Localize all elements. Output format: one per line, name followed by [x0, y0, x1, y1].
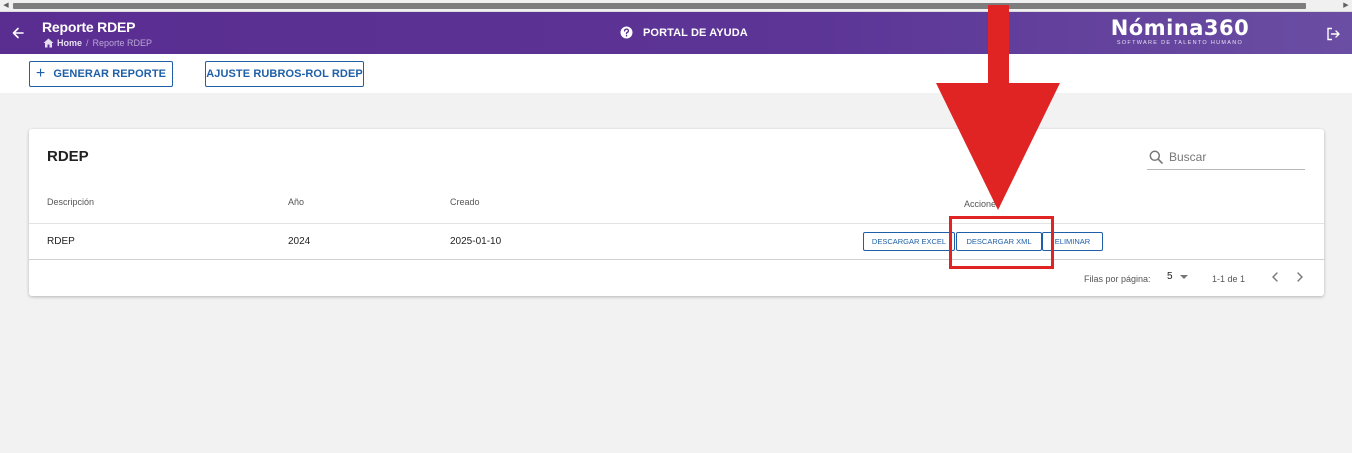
- ajuste-rubros-label: AJUSTE RUBROS-ROL RDEP: [206, 68, 363, 80]
- cell-creado: 2025-01-10: [450, 236, 502, 247]
- search-icon: [1149, 150, 1163, 164]
- toolbar: + GENERAR REPORTE AJUSTE RUBROS-ROL RDEP: [0, 54, 1352, 93]
- cell-descripcion: RDEP: [47, 236, 75, 247]
- column-header-ano[interactable]: Año: [288, 197, 304, 207]
- generar-reporte-button[interactable]: + GENERAR REPORTE: [29, 61, 173, 87]
- rows-per-page-label: Filas por página:: [1084, 274, 1151, 284]
- next-page-button[interactable]: [1293, 270, 1307, 284]
- table-divider: [29, 223, 1324, 224]
- horizontal-scrollbar[interactable]: ◀ ▶: [0, 0, 1352, 12]
- table-divider: [29, 259, 1324, 260]
- generar-reporte-label: GENERAR REPORTE: [53, 68, 167, 80]
- annotation-highlight-box: [949, 216, 1054, 269]
- back-button[interactable]: [9, 22, 27, 44]
- previous-page-button[interactable]: [1268, 270, 1282, 284]
- brand-tagline: SOFTWARE DE TALENTO HUMANO: [1116, 40, 1244, 46]
- logout-icon: [1327, 27, 1340, 41]
- scrollbar-thumb[interactable]: [13, 3, 1306, 9]
- scroll-left-icon[interactable]: ◀: [0, 0, 12, 12]
- column-header-descripcion[interactable]: Descripción: [47, 197, 94, 207]
- chevron-right-icon: [1297, 272, 1303, 282]
- cell-ano: 2024: [288, 236, 311, 247]
- annotation-arrow: [936, 5, 1060, 210]
- logout-button[interactable]: [1325, 26, 1341, 42]
- chevron-left-icon: [1272, 272, 1278, 282]
- help-circle-icon: [620, 26, 633, 39]
- breadcrumb-home[interactable]: Home: [43, 38, 82, 48]
- help-portal-label: PORTAL DE AYUDA: [643, 26, 748, 39]
- breadcrumb-current: Reporte RDEP: [92, 38, 153, 48]
- chevron-down-icon: [1179, 274, 1188, 279]
- breadcrumb-home-label: Home: [57, 38, 83, 48]
- arrow-left-icon: [12, 27, 24, 39]
- help-portal-link[interactable]: PORTAL DE AYUDA: [620, 26, 748, 39]
- scroll-right-icon[interactable]: ▶: [1340, 0, 1352, 12]
- search-field[interactable]: [1147, 145, 1305, 170]
- pagination-range: 1-1 de 1: [1212, 274, 1246, 284]
- brand-name: Nómina360: [1110, 16, 1250, 40]
- page-title: Reporte RDEP: [42, 19, 136, 35]
- rows-per-page-value: 5: [1167, 271, 1173, 282]
- search-input[interactable]: [1169, 150, 1299, 164]
- brand-logo: Nómina360 SOFTWARE DE TALENTO HUMANO: [1110, 16, 1250, 47]
- breadcrumb: Home / Reporte RDEP: [43, 38, 152, 48]
- card-title: RDEP: [47, 148, 89, 165]
- app-header: Reporte RDEP Home / Reporte RDEP PORTAL …: [0, 12, 1352, 54]
- plus-icon: +: [35, 65, 46, 82]
- ajuste-rubros-button[interactable]: AJUSTE RUBROS-ROL RDEP: [205, 61, 364, 87]
- rdep-card: RDEP Descripción Año Creado Acciones RDE…: [29, 129, 1324, 296]
- column-header-creado[interactable]: Creado: [450, 197, 480, 207]
- breadcrumb-separator: /: [86, 38, 89, 48]
- descargar-excel-button[interactable]: DESCARGAR EXCEL: [863, 232, 955, 251]
- rows-per-page-select[interactable]: 5: [1167, 271, 1188, 282]
- home-icon: [43, 38, 54, 48]
